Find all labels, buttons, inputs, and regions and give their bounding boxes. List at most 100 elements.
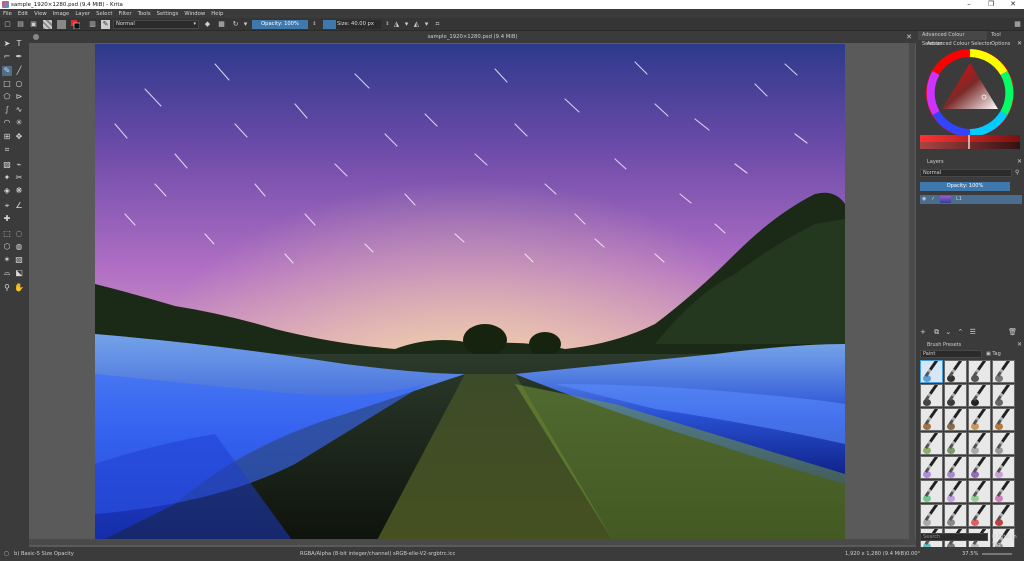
smart-patch-tool-icon[interactable]: ✂ xyxy=(14,173,24,183)
current-brush-name[interactable]: b) Basic-5 Size Opacity xyxy=(14,547,74,561)
brush-preset-item[interactable] xyxy=(944,456,967,479)
filter-icon[interactable]: ⚲ xyxy=(1015,169,1019,176)
brush-preset-item[interactable] xyxy=(968,384,991,407)
elliptical-selection-tool-icon[interactable]: ◌ xyxy=(14,229,24,239)
brush-preset-item[interactable] xyxy=(968,456,991,479)
brush-preset-item[interactable] xyxy=(968,408,991,431)
brush-preset-item[interactable] xyxy=(992,504,1015,527)
workspace-icon[interactable]: ▦ xyxy=(1013,20,1022,29)
brush-preset-item[interactable] xyxy=(944,408,967,431)
freehand-brush-tool-icon[interactable]: ✎ xyxy=(2,66,12,76)
brush-preset-item[interactable] xyxy=(944,360,967,383)
crop-tool-icon[interactable]: ⌗ xyxy=(2,145,12,155)
pattern-icon[interactable] xyxy=(57,20,66,29)
enclose-fill-tool-icon[interactable]: ❋ xyxy=(14,186,24,196)
minimize-button[interactable]: – xyxy=(958,0,980,9)
brush-preset-item[interactable] xyxy=(920,384,943,407)
tab-tool-options[interactable]: Tool Options xyxy=(987,31,1024,47)
rectangle-tool-icon[interactable]: □ xyxy=(2,79,12,89)
pan-tool-icon[interactable]: ✋ xyxy=(14,283,24,293)
save-icon[interactable]: ▣ xyxy=(29,20,38,29)
measure-tool-icon[interactable]: ∠ xyxy=(14,201,24,211)
brush-preset-item[interactable] xyxy=(992,432,1015,455)
size-spinner-icon[interactable]: ⇕ xyxy=(383,20,392,29)
tab-advanced-colour-selector[interactable]: Advanced Colour Selector xyxy=(918,31,988,47)
vertical-scrollbar[interactable] xyxy=(909,43,915,539)
menu-file[interactable]: File xyxy=(3,11,12,17)
brush-preset-item[interactable] xyxy=(968,432,991,455)
select-shape-tool-icon[interactable]: ➤ xyxy=(2,39,12,49)
brush-preset-item[interactable] xyxy=(992,360,1015,383)
tag-button[interactable]: ▣ Tag xyxy=(986,350,1001,358)
close-panel-icon[interactable]: ✕ xyxy=(1017,341,1022,349)
zoom-tool-icon[interactable]: ⚲ xyxy=(2,283,12,293)
reload-preset-icon[interactable]: ↻ xyxy=(231,20,240,29)
menu-filter[interactable]: Filter xyxy=(118,11,131,17)
multibrush-tool-icon[interactable]: ✳ xyxy=(14,118,24,128)
move-tool-icon[interactable]: ✥ xyxy=(14,132,24,142)
move-layer-up-icon[interactable]: ⌃ xyxy=(957,328,963,336)
open-document-icon[interactable]: ▤ xyxy=(16,20,25,29)
dynamic-brush-tool-icon[interactable]: ◠ xyxy=(2,118,12,128)
brush-preset-item[interactable] xyxy=(920,432,943,455)
zoom-level[interactable]: 37.5% xyxy=(962,547,978,561)
edit-shapes-tool-icon[interactable]: ⌐ xyxy=(2,52,12,62)
close-window-button[interactable]: ✕ xyxy=(1002,0,1024,9)
brush-preset-item[interactable] xyxy=(920,480,943,503)
zoom-slider[interactable] xyxy=(982,553,1012,555)
brush-preset-item[interactable] xyxy=(992,456,1015,479)
rotation-value[interactable]: 0.00° xyxy=(906,547,920,561)
menu-layer[interactable]: Layer xyxy=(75,11,90,17)
menu-window[interactable]: Window xyxy=(184,11,205,17)
new-document-icon[interactable]: ▢ xyxy=(3,20,12,29)
polygonal-selection-tool-icon[interactable]: ⬡ xyxy=(2,242,12,252)
preset-tag-select[interactable]: Paint xyxy=(920,350,982,358)
fill-tool-icon[interactable]: ◈ xyxy=(2,186,12,196)
text-tool-icon[interactable]: T xyxy=(14,39,24,49)
canvas-image[interactable] xyxy=(95,44,845,544)
add-layer-icon[interactable]: + xyxy=(920,328,926,336)
brush-preset-item[interactable] xyxy=(944,384,967,407)
visibility-eye-icon[interactable]: ◉ xyxy=(922,195,926,204)
colorize-mask-tool-icon[interactable]: ✦ xyxy=(2,173,12,183)
maximize-button[interactable]: ❐ xyxy=(980,0,1002,9)
opacity-spinner-icon[interactable]: ⇕ xyxy=(310,20,319,29)
brush-preset-item[interactable] xyxy=(920,360,943,383)
contiguous-selection-tool-icon[interactable]: ✶ xyxy=(2,255,12,265)
mirror-horizontal-icon[interactable]: ◮ xyxy=(392,20,401,29)
opacity-slider[interactable]: Opacity: 100% xyxy=(252,20,308,29)
horizontal-scrollbar[interactable] xyxy=(29,539,916,545)
duplicate-layer-icon[interactable]: ⧉ xyxy=(934,328,939,336)
polyline-tool-icon[interactable]: ⊳ xyxy=(14,92,24,102)
move-layer-down-icon[interactable]: ⌄ xyxy=(945,328,951,336)
brush-preset-item[interactable] xyxy=(992,408,1015,431)
menu-edit[interactable]: Edit xyxy=(18,11,28,17)
blending-mode-select[interactable]: Normal ▾ xyxy=(113,20,199,29)
rectangular-selection-tool-icon[interactable]: ⬚ xyxy=(2,229,12,239)
magnetic-selection-tool-icon[interactable]: ⬕ xyxy=(14,268,24,278)
foreground-background-color-icon[interactable] xyxy=(71,20,81,30)
menu-view[interactable]: View xyxy=(34,11,47,17)
brush-preset-item[interactable] xyxy=(920,408,943,431)
menu-select[interactable]: Select xyxy=(96,11,112,17)
wrap-around-icon[interactable]: ⌗ xyxy=(433,20,442,29)
mirror-vertical-icon[interactable]: ◭ xyxy=(412,20,421,29)
eraser-mode-icon[interactable]: ◆ xyxy=(203,20,212,29)
layer-blending-mode-select[interactable]: Normal xyxy=(920,169,1012,177)
brush-preset-icon[interactable]: ✎ xyxy=(101,20,110,29)
layer-properties-icon[interactable]: ☰ xyxy=(970,328,976,336)
menu-tools[interactable]: Tools xyxy=(138,11,151,17)
freehand-path-tool-icon[interactable]: ∿ xyxy=(14,105,24,115)
bezier-tool-icon[interactable]: ∫ xyxy=(2,105,12,115)
alpha-lock-icon[interactable]: ✓ xyxy=(931,195,935,204)
brush-preset-item[interactable] xyxy=(968,480,991,503)
layer-row[interactable]: ◉ ✓ L1 xyxy=(920,195,1022,204)
transform-tool-icon[interactable]: ⊞ xyxy=(2,132,12,142)
color-picker-tool-icon[interactable]: ⌁ xyxy=(14,160,24,170)
brush-preset-item[interactable] xyxy=(992,480,1015,503)
brush-preset-item[interactable] xyxy=(944,432,967,455)
gradient-pattern-icon[interactable] xyxy=(43,20,52,29)
color-history-strip[interactable] xyxy=(920,135,1020,149)
brush-size-slider[interactable]: Size: 40.00 px xyxy=(323,20,381,29)
menu-image[interactable]: Image xyxy=(53,11,70,17)
